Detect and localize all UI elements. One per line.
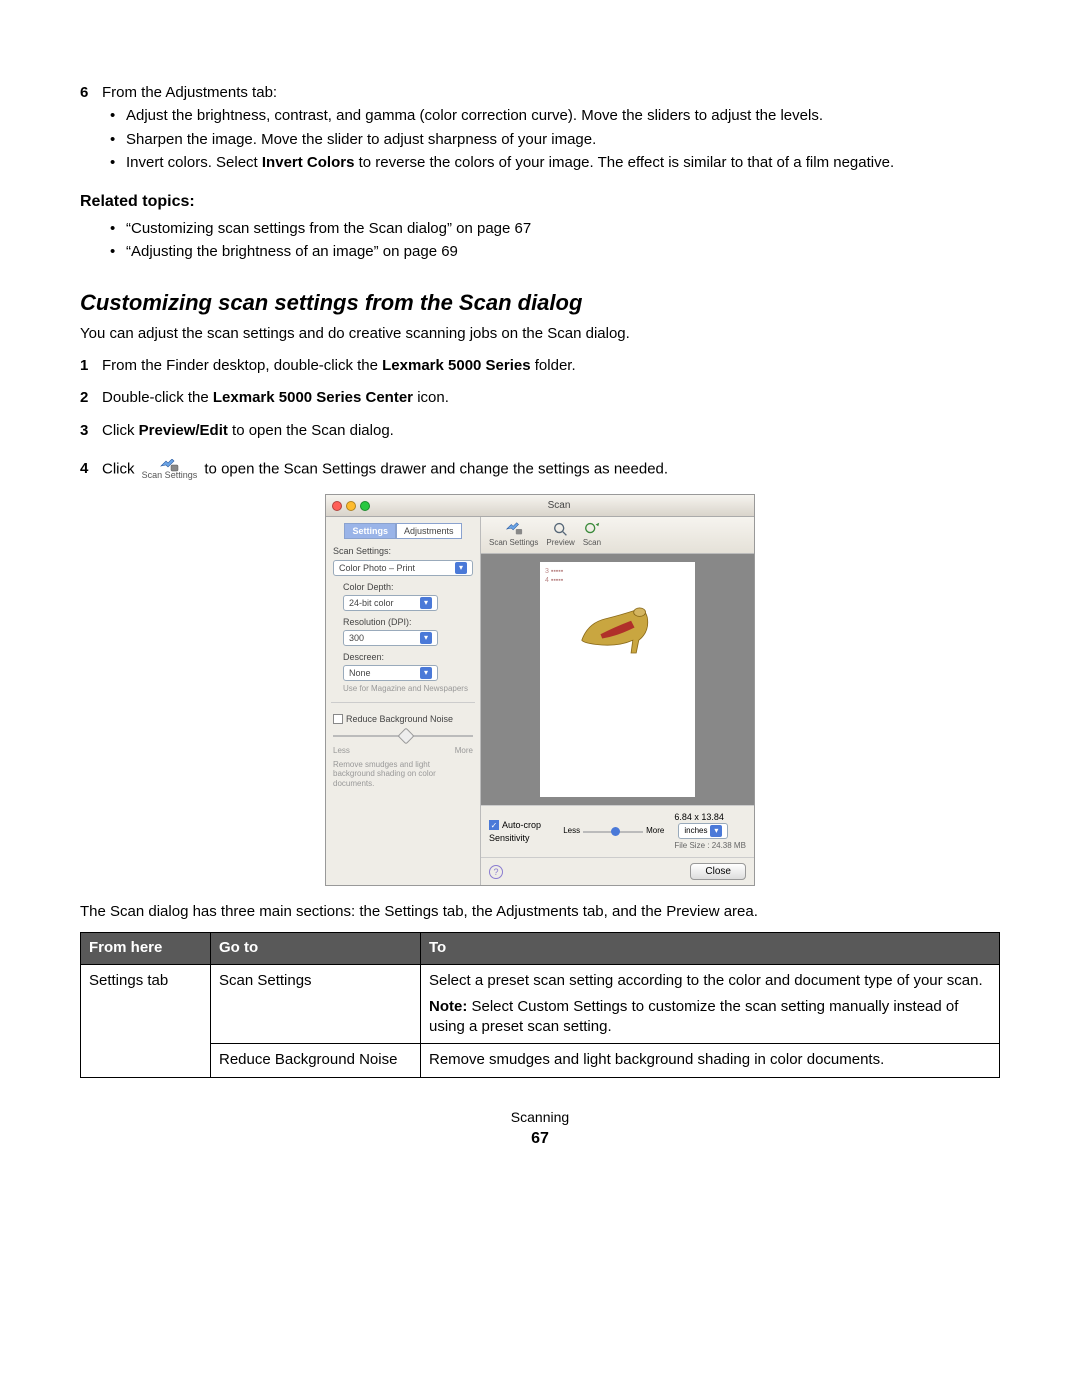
- tab-settings[interactable]: Settings: [344, 523, 396, 539]
- zoom-icon: [360, 501, 370, 511]
- descreen-dropdown[interactable]: None▾: [343, 665, 438, 681]
- settings-panel: SettingsAdjustments Scan Settings: Color…: [326, 517, 481, 885]
- minimize-icon: [346, 501, 356, 511]
- window-title: Scan: [370, 499, 748, 513]
- bullet: •Adjust the brightness, contrast, and ga…: [110, 106, 1000, 126]
- preview-canvas: 3 ▪▪▪▪▪4 ▪▪▪▪▪: [540, 562, 695, 797]
- chevron-down-icon: ▾: [420, 632, 432, 644]
- preset-dropdown[interactable]: Color Photo – Print▾: [333, 560, 473, 576]
- step-4: 4 Click Scan Settings to open the Scan S…: [80, 459, 1000, 480]
- step-1: 1 From the Finder desktop, double-click …: [80, 356, 1000, 376]
- related-topics-heading: Related topics:: [80, 191, 1000, 213]
- shoe-image: [575, 590, 660, 665]
- tab-adjustments[interactable]: Adjustments: [396, 523, 462, 539]
- titlebar: Scan: [326, 495, 754, 518]
- bullet: • Invert colors. Select Invert Colors to…: [110, 153, 1000, 173]
- cell-reduce-noise: Reduce Background Noise: [211, 1044, 421, 1077]
- col-from-here: From here: [81, 933, 211, 964]
- resolution-dropdown[interactable]: 300▾: [343, 630, 438, 646]
- intro-paragraph: You can adjust the scan settings and do …: [80, 324, 1000, 344]
- help-icon[interactable]: ?: [489, 865, 503, 879]
- footer-section: Scanning: [80, 1108, 1000, 1127]
- sections-table: From here Go to To Settings tab Scan Set…: [80, 932, 1000, 1077]
- after-screenshot-text: The Scan dialog has three main sections:…: [80, 902, 1000, 922]
- col-go-to: Go to: [211, 933, 421, 964]
- cell-scan-settings-desc: Select a preset scan setting according t…: [421, 964, 1000, 1044]
- scan-dialog-screenshot: Scan SettingsAdjustments Scan Settings: …: [325, 494, 755, 886]
- page-number: 67: [80, 1128, 1000, 1150]
- section-heading: Customizing scan settings from the Scan …: [80, 288, 1000, 318]
- units-dropdown[interactable]: inches▾: [678, 823, 728, 839]
- chevron-down-icon: ▾: [420, 667, 432, 679]
- chevron-down-icon: ▾: [420, 597, 432, 609]
- step-3: 3 Click Preview/Edit to open the Scan di…: [80, 421, 1000, 441]
- bottom-row-1: ✓Auto-crop Sensitivity LessMore 6.84 x 1…: [481, 805, 754, 857]
- color-depth-dropdown[interactable]: 24-bit color▾: [343, 595, 438, 611]
- chevron-down-icon: ▾: [455, 562, 467, 574]
- toolbar: Scan Settings Preview Scan: [481, 517, 754, 554]
- col-to: To: [421, 933, 1000, 964]
- autocrop-slider[interactable]: LessMore: [563, 826, 664, 837]
- step-2: 2 Double-click the Lexmark 5000 Series C…: [80, 388, 1000, 408]
- page-footer: Scanning 67: [80, 1108, 1000, 1150]
- cell-settings-tab: Settings tab: [81, 964, 211, 1077]
- noise-slider[interactable]: [333, 728, 473, 744]
- close-icon: [332, 501, 342, 511]
- toolbar-preview[interactable]: Preview: [546, 521, 574, 549]
- toolbar-scan-settings[interactable]: Scan Settings: [489, 521, 538, 549]
- toolbar-scan[interactable]: Scan: [583, 521, 601, 549]
- preview-area[interactable]: 3 ▪▪▪▪▪4 ▪▪▪▪▪: [481, 554, 754, 805]
- bullet: •Sharpen the image. Move the slider to a…: [110, 130, 1000, 150]
- bottom-row-2: ? Close: [481, 857, 754, 885]
- close-button[interactable]: Close: [690, 863, 746, 880]
- step-text: From the Adjustments tab:: [102, 83, 1000, 103]
- reduce-noise-checkbox[interactable]: Reduce Background Noise: [333, 713, 473, 725]
- segment-tabs[interactable]: SettingsAdjustments: [333, 523, 473, 539]
- chevron-down-icon: ▾: [710, 825, 722, 837]
- traffic-lights[interactable]: [332, 501, 370, 511]
- scan-settings-icon: Scan Settings: [142, 459, 198, 480]
- related-link: •“Customizing scan settings from the Sca…: [110, 219, 1000, 239]
- step-6: 6 From the Adjustments tab:: [80, 83, 1000, 103]
- related-link: •“Adjusting the brightness of an image” …: [110, 242, 1000, 262]
- step-number: 6: [80, 83, 102, 103]
- cell-reduce-noise-desc: Remove smudges and light background shad…: [421, 1044, 1000, 1077]
- cell-scan-settings: Scan Settings: [211, 964, 421, 1044]
